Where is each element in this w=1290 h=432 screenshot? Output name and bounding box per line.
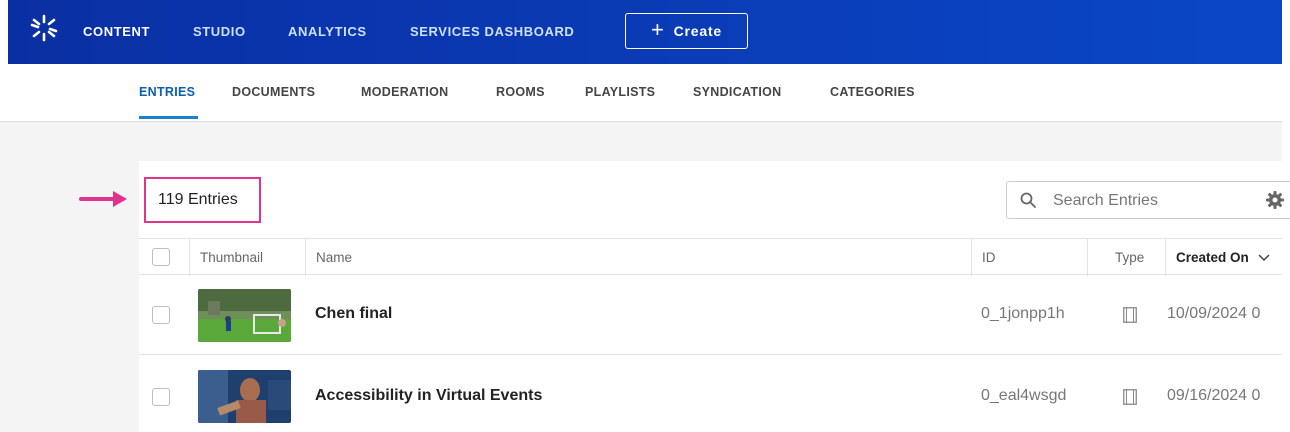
sub-nav: ENTRIES DOCUMENTS MODERATION ROOMS PLAYL…: [0, 64, 1282, 122]
tab-entries[interactable]: ENTRIES: [139, 85, 195, 99]
tab-documents[interactable]: DOCUMENTS: [232, 85, 315, 99]
kaltura-logo-icon[interactable]: [30, 14, 58, 42]
entry-id: 0_1jonpp1h: [981, 305, 1065, 322]
chevron-down-icon: [1258, 253, 1270, 261]
entry-name[interactable]: Accessibility in Virtual Events: [315, 387, 542, 405]
entries-count-label: 119 Entries: [144, 177, 261, 223]
search-placeholder: Search Entries: [1053, 192, 1158, 209]
plus-icon: +: [650, 17, 665, 42]
column-thumbnail-label: Thumbnail: [200, 250, 264, 265]
table-header: Thumbnail Name ID Type Created On: [139, 238, 1282, 276]
entries-count-text: 119 Entries: [158, 191, 238, 208]
column-id[interactable]: ID: [971, 239, 1087, 276]
tab-rooms[interactable]: ROOMS: [496, 85, 545, 99]
video-icon: [1123, 307, 1137, 323]
column-name[interactable]: Name: [305, 239, 971, 276]
gear-icon[interactable]: [1265, 190, 1285, 210]
nav-content[interactable]: CONTENT: [83, 24, 150, 39]
row-checkbox[interactable]: [152, 388, 170, 406]
search-icon: [1020, 192, 1036, 208]
row-checkbox[interactable]: [152, 306, 170, 324]
video-icon: [1123, 389, 1137, 405]
column-created-on[interactable]: Created On: [1165, 239, 1282, 276]
table-row[interactable]: Chen final 0_1jonpp1h 10/09/2024 0: [139, 275, 1282, 355]
top-nav-bar: CONTENT STUDIO ANALYTICS SERVICES DASHBO…: [8, 0, 1282, 64]
column-id-label: ID: [982, 250, 996, 265]
entry-created-on: 09/16/2024 0: [1167, 387, 1261, 404]
tab-syndication[interactable]: SYNDICATION: [693, 85, 782, 99]
nav-services-dashboard[interactable]: SERVICES DASHBOARD: [410, 24, 574, 39]
nav-analytics[interactable]: ANALYTICS: [288, 24, 367, 39]
tab-playlists[interactable]: PLAYLISTS: [585, 85, 655, 99]
tab-moderation[interactable]: MODERATION: [361, 85, 449, 99]
column-created-on-label: Created On: [1176, 250, 1249, 265]
table-row[interactable]: Accessibility in Virtual Events 0_eal4ws…: [139, 355, 1282, 432]
column-type-label: Type: [1115, 250, 1145, 265]
column-name-label: Name: [316, 250, 353, 265]
video-thumbnail[interactable]: [198, 289, 291, 342]
create-button-label: Create: [673, 23, 723, 39]
nav-studio[interactable]: STUDIO: [193, 24, 246, 39]
create-button[interactable]: + Create: [625, 13, 748, 49]
column-type[interactable]: Type: [1087, 239, 1165, 276]
pointer-arrow-icon: [79, 191, 127, 207]
tab-categories[interactable]: CATEGORIES: [830, 85, 915, 99]
select-all-checkbox[interactable]: [152, 248, 170, 266]
entry-created-on: 10/09/2024 0: [1167, 305, 1261, 322]
column-thumbnail: Thumbnail: [189, 239, 305, 276]
entry-id: 0_eal4wsgd: [981, 387, 1067, 404]
search-input[interactable]: Search Entries: [1006, 181, 1290, 219]
video-thumbnail[interactable]: [198, 370, 291, 423]
entry-name[interactable]: Chen final: [315, 305, 392, 323]
active-tab-indicator: [139, 116, 198, 119]
